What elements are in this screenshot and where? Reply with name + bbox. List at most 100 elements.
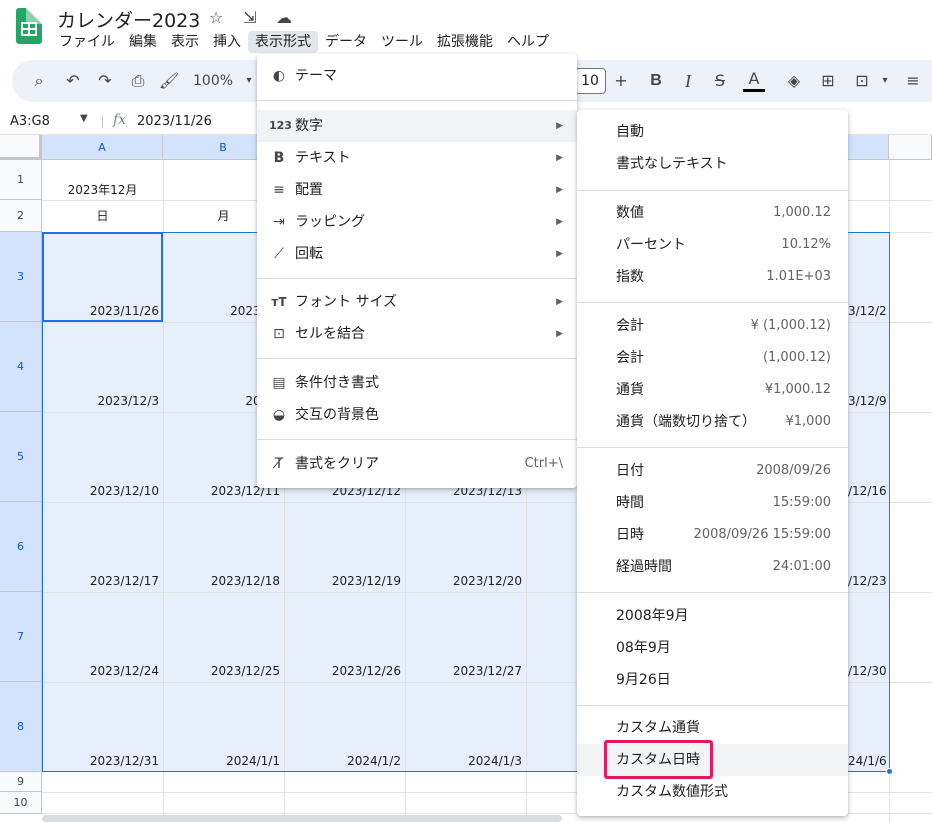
cell-a5[interactable]: 2023/12/10 bbox=[42, 484, 159, 498]
menu-help[interactable]: ヘルプ bbox=[500, 31, 556, 53]
align-icon[interactable]: ≡ bbox=[902, 70, 924, 92]
menu-item-alignment[interactable]: ≡ 配置 ▶ bbox=[257, 174, 577, 206]
row-header-9[interactable]: 9 bbox=[0, 772, 42, 792]
row-header-4[interactable]: 4 bbox=[0, 322, 42, 412]
horizontal-scrollbar[interactable] bbox=[42, 815, 562, 822]
number-item-date[interactable]: 日付 2008/09/26 bbox=[577, 455, 848, 487]
number-item-financial[interactable]: 会計 (1,000.12) bbox=[577, 342, 848, 374]
search-icon[interactable]: ⌕ bbox=[28, 70, 50, 92]
cell-a7[interactable]: 2023/12/24 bbox=[42, 664, 159, 678]
italic-button[interactable]: I bbox=[677, 70, 699, 92]
font-size-increase-icon[interactable]: + bbox=[610, 70, 632, 92]
menu-item-alternating-colors[interactable]: ◒ 交互の背景色 bbox=[257, 399, 577, 431]
menu-item-font-size[interactable]: тT フォント サイズ ▶ bbox=[257, 286, 577, 318]
cell-a2[interactable]: 日 bbox=[42, 207, 163, 224]
number-item-month-day[interactable]: 9月26日 bbox=[577, 664, 848, 696]
cell-g5[interactable]: /12/16 bbox=[848, 484, 887, 498]
menu-extensions[interactable]: 拡張機能 bbox=[430, 31, 500, 53]
number-item-duration[interactable]: 経過時間 24:01:00 bbox=[577, 551, 848, 583]
menu-item-conditional-formatting[interactable]: ▤ 条件付き書式 bbox=[257, 367, 577, 399]
menu-data[interactable]: データ bbox=[318, 31, 374, 53]
sheets-logo-icon[interactable] bbox=[16, 8, 42, 44]
cell-g6[interactable]: /12/23 bbox=[848, 574, 887, 588]
menu-item-merge[interactable]: ⊡ セルを結合 ▶ bbox=[257, 318, 577, 350]
cell-a1[interactable]: 2023年12月 bbox=[42, 181, 163, 198]
cell-c6[interactable]: 2023/12/19 bbox=[284, 574, 401, 588]
number-item-number[interactable]: 数値 1,000.12 bbox=[577, 197, 848, 229]
menu-item-text[interactable]: B テキスト ▶ bbox=[257, 142, 577, 174]
cell-b6[interactable]: 2023/12/18 bbox=[163, 574, 280, 588]
row-header-3[interactable]: 3 bbox=[0, 232, 42, 322]
merge-cells-icon[interactable]: ⊡ bbox=[851, 70, 873, 92]
menu-edit[interactable]: 編集 bbox=[122, 31, 164, 53]
cell-d8[interactable]: 2024/1/3 bbox=[405, 754, 522, 768]
row-header-1[interactable]: 1 bbox=[0, 160, 42, 200]
number-item-currency-rounded[interactable]: 通貨（端数切り捨て） ¥1,000 bbox=[577, 406, 848, 438]
strikethrough-button[interactable]: S bbox=[709, 70, 731, 92]
move-folder-icon[interactable]: ⇲ bbox=[239, 8, 261, 27]
star-icon[interactable]: ☆ bbox=[205, 8, 227, 27]
text-color-button[interactable]: A bbox=[743, 70, 765, 92]
number-item-percent[interactable]: パーセント 10.12% bbox=[577, 229, 848, 261]
cell-g8[interactable]: 24/1/6 bbox=[848, 754, 887, 768]
number-item-automatic[interactable]: 自動 bbox=[577, 116, 848, 148]
redo-icon[interactable]: ↷ bbox=[94, 70, 116, 92]
cell-c7[interactable]: 2023/12/26 bbox=[284, 664, 401, 678]
font-size-input[interactable]: 10 bbox=[574, 68, 606, 94]
menu-format[interactable]: 表示形式 bbox=[248, 31, 318, 53]
number-item-plain-text[interactable]: 書式なしテキスト bbox=[577, 148, 848, 180]
cell-a4[interactable]: 2023/12/3 bbox=[42, 394, 159, 408]
number-item-custom-number-format[interactable]: カスタム数値形式 bbox=[577, 776, 848, 808]
number-item-year-month[interactable]: 2008年9月 bbox=[577, 600, 848, 632]
fill-handle[interactable] bbox=[886, 768, 893, 775]
merge-dropdown-icon[interactable]: ▾ bbox=[874, 70, 896, 92]
cell-g3[interactable]: 3/12/2 bbox=[848, 304, 887, 318]
row-header-5[interactable]: 5 bbox=[0, 412, 42, 502]
menu-view[interactable]: 表示 bbox=[164, 31, 206, 53]
row-header-8[interactable]: 8 bbox=[0, 682, 42, 772]
fill-color-icon[interactable]: ◈ bbox=[783, 70, 805, 92]
menu-item-theme[interactable]: ◐ テーマ bbox=[257, 60, 577, 92]
paint-format-icon[interactable]: 🖌 bbox=[158, 70, 180, 92]
name-box[interactable]: A3:G8 bbox=[10, 114, 50, 129]
borders-icon[interactable]: ⊞ bbox=[817, 70, 839, 92]
cloud-status-icon[interactable]: ☁ bbox=[273, 8, 295, 27]
cell-d6[interactable]: 2023/12/20 bbox=[405, 574, 522, 588]
column-header-h[interactable] bbox=[889, 135, 932, 160]
zoom-select[interactable]: 100% bbox=[193, 70, 233, 92]
cell-a6[interactable]: 2023/12/17 bbox=[42, 574, 159, 588]
number-item-accounting[interactable]: 会計 ¥ (1,000.12) bbox=[577, 310, 848, 342]
row-header-10[interactable]: 10 bbox=[0, 792, 42, 814]
cell-b7[interactable]: 2023/12/25 bbox=[163, 664, 280, 678]
column-header-a[interactable]: A bbox=[42, 135, 163, 160]
number-item-time[interactable]: 時間 15:59:00 bbox=[577, 487, 848, 519]
cell-c8[interactable]: 2024/1/2 bbox=[284, 754, 401, 768]
row-header-6[interactable]: 6 bbox=[0, 502, 42, 592]
number-item-scientific[interactable]: 指数 1.01E+03 bbox=[577, 261, 848, 293]
menu-item-clear-formatting[interactable]: T̸ 書式をクリア Ctrl+\ bbox=[257, 448, 577, 480]
cell-d7[interactable]: 2023/12/27 bbox=[405, 664, 522, 678]
cell-g7[interactable]: /12/30 bbox=[848, 664, 887, 678]
number-item-currency[interactable]: 通貨 ¥1,000.12 bbox=[577, 374, 848, 406]
formula-input[interactable]: 2023/11/26 bbox=[137, 114, 212, 129]
undo-icon[interactable]: ↶ bbox=[62, 70, 84, 92]
number-item-short-year-month[interactable]: 08年9月 bbox=[577, 632, 848, 664]
cell-b8[interactable]: 2024/1/1 bbox=[163, 754, 280, 768]
cell-g4[interactable]: 3/12/9 bbox=[848, 394, 887, 408]
row-header-2[interactable]: 2 bbox=[0, 200, 42, 232]
print-icon[interactable]: ⎙ bbox=[127, 70, 149, 92]
bold-button[interactable]: B bbox=[645, 70, 667, 92]
name-box-dropdown-icon[interactable]: ▼ bbox=[80, 113, 88, 124]
menu-file[interactable]: ファイル bbox=[52, 31, 122, 53]
menu-insert[interactable]: 挿入 bbox=[206, 31, 248, 53]
menu-item-rotation[interactable]: ⟋ 回転 ▶ bbox=[257, 238, 577, 270]
cell-a3[interactable]: 2023/11/26 bbox=[42, 304, 159, 318]
menu-tools[interactable]: ツール bbox=[374, 31, 430, 53]
row-header-7[interactable]: 7 bbox=[0, 592, 42, 682]
select-all-corner[interactable] bbox=[0, 135, 42, 160]
column-header-g[interactable] bbox=[848, 135, 889, 160]
menu-item-wrapping[interactable]: ⇥ ラッピング ▶ bbox=[257, 206, 577, 238]
menu-item-number[interactable]: 123 数字 ▶ bbox=[257, 110, 577, 142]
document-title[interactable]: カレンダー2023 bbox=[57, 6, 200, 33]
number-item-datetime[interactable]: 日時 2008/09/26 15:59:00 bbox=[577, 519, 848, 551]
